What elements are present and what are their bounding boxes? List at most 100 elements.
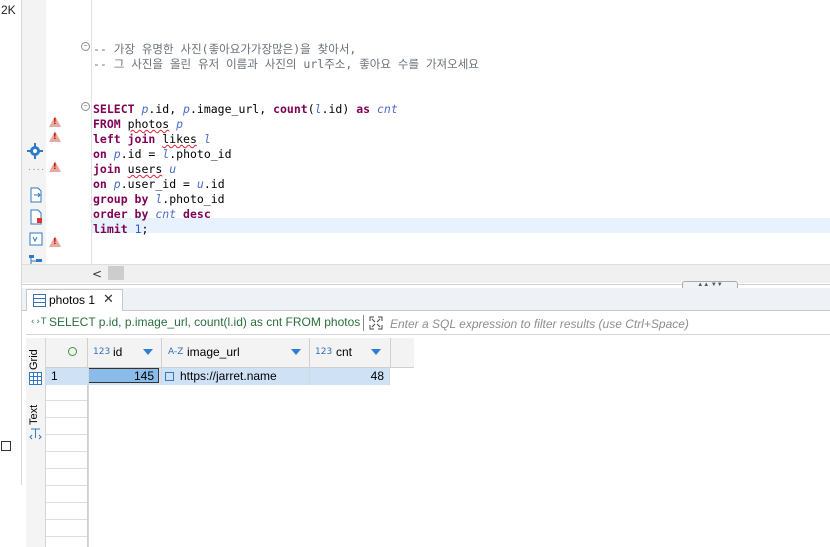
column-header-cnt[interactable]: 123 cnt [310, 338, 391, 367]
code-line[interactable]: SELECT p.id, p.image_url, count(l.id) as… [93, 102, 398, 117]
text-type-icon: A-Z [168, 347, 184, 357]
sql-editor[interactable]: − − ···· -- 가장 유명한 사진(좋아요가가장많은)을 찾아서,-- … [22, 0, 830, 267]
link-icon[interactable] [165, 372, 174, 381]
row-separator [46, 468, 87, 469]
row-separator [46, 519, 87, 520]
sort-icon[interactable] [143, 349, 153, 355]
warning-icon[interactable] [49, 161, 61, 172]
column-header-image-url[interactable]: A-Z image_url [162, 338, 310, 367]
code-token: SELECT [93, 102, 135, 116]
left-strip [0, 0, 22, 547]
code-line[interactable]: left join likes l [93, 132, 211, 147]
code-token: left join [93, 132, 156, 146]
code-token: as [356, 102, 371, 116]
table-row[interactable]: 1 145 https://jarret.name 48 [46, 368, 389, 385]
tab-text-label: Text [28, 404, 40, 425]
table-icon[interactable] [28, 231, 44, 247]
close-icon[interactable]: ✕ [103, 291, 114, 307]
code-line[interactable]: join users u [93, 162, 176, 177]
code-token: users [127, 162, 163, 176]
filter-bar: ‹›T SELECT p.id, p.image_url, count(l.id… [26, 312, 830, 335]
code-token: 1 [134, 222, 142, 236]
view-switcher: Grid Text [26, 338, 46, 547]
column-name: cnt [336, 345, 353, 359]
row-number: 1 [51, 369, 58, 383]
filter-input[interactable] [388, 314, 822, 334]
code-token: cnt [377, 102, 398, 116]
numeric-type-icon: 123 [315, 347, 333, 357]
tab-grid-label: Grid [28, 349, 40, 370]
code-token: .id [203, 177, 225, 191]
warning-icon[interactable] [49, 116, 61, 127]
code-line[interactable]: FROM photos p [93, 117, 183, 132]
scrollbar-thumb[interactable] [108, 266, 124, 280]
expand-icon[interactable] [369, 316, 383, 330]
code-token: join [93, 162, 121, 176]
code-token: group by [93, 192, 149, 206]
code-token: .photo_id [169, 147, 232, 161]
warning-icon[interactable] [49, 131, 61, 142]
cell-cnt[interactable]: 48 [310, 368, 384, 385]
tab-label: photos 1 [49, 293, 96, 307]
numeric-type-icon: 123 [93, 347, 111, 357]
code-token: u [196, 177, 204, 191]
code-line[interactable]: limit 1; [93, 222, 148, 237]
sort-icon[interactable] [371, 349, 381, 355]
row-selector-icon[interactable] [68, 347, 77, 356]
cell-image-url[interactable]: https://jarret.name [180, 368, 277, 385]
code-token: .photo_id [162, 192, 225, 206]
fold-toggle-icon[interactable]: − [81, 102, 90, 111]
export-icon[interactable] [28, 187, 44, 203]
results-grid[interactable]: 123 id A-Z image_url 123 cnt 1 145 https… [46, 338, 830, 547]
row-separator [46, 434, 87, 435]
code-line[interactable]: on p.id = l.photo_id [93, 147, 232, 162]
code-token: photos [127, 117, 170, 131]
code-line[interactable]: on p.user_id = u.id [93, 177, 225, 192]
code-token: count [273, 102, 308, 116]
code-token: l [314, 102, 322, 116]
code-token: on [93, 177, 107, 191]
code-token: .image_url, [189, 102, 274, 116]
code-line[interactable]: -- 그 사진을 올린 유저 이름과 사진의 url주소, 좋아요 수를 가져오… [93, 57, 479, 72]
column-name: image_url [187, 345, 240, 359]
row-separator [46, 451, 87, 452]
scroll-left-icon[interactable]: < [92, 267, 102, 281]
results-tabbar: photos 1 ✕ [22, 288, 830, 311]
sort-icon[interactable] [291, 349, 301, 355]
code-token: on [93, 147, 107, 161]
filter-query-text[interactable]: SELECT p.id, p.image_url, count(l.id) as… [49, 315, 360, 329]
sql-query-icon: ‹›T [30, 317, 47, 327]
code-token: .id) [321, 102, 357, 116]
select-all-cell[interactable] [46, 338, 88, 367]
text-view-icon[interactable] [29, 427, 42, 440]
row-separator [46, 536, 87, 537]
code-token: desc [183, 207, 211, 221]
code-token: p [183, 102, 190, 116]
code-line[interactable]: order by cnt desc [93, 207, 211, 222]
code-token: p [113, 147, 121, 161]
code-line[interactable]: -- 가장 유명한 사진(좋아요가가장많은)을 찾아서, [93, 42, 356, 57]
side-window-icon[interactable] [1, 441, 11, 451]
warning-icon[interactable] [49, 236, 61, 247]
column-header-id[interactable]: 123 id [88, 338, 162, 367]
column-divider [389, 368, 390, 385]
document-icon[interactable] [28, 209, 44, 225]
code-token: l [203, 132, 211, 146]
fold-toggle-icon[interactable]: − [81, 42, 90, 51]
gear-icon[interactable] [27, 143, 43, 159]
tab-photos[interactable]: photos 1 ✕ [26, 289, 123, 311]
cell-id[interactable]: 145 [88, 368, 159, 383]
code-line[interactable]: group by l.photo_id [93, 192, 225, 207]
row-separator [46, 502, 87, 503]
code-token: limit [93, 222, 128, 236]
more-icon[interactable]: ···· [28, 164, 45, 175]
side-label: 2K [1, 3, 16, 17]
grid-icon[interactable] [29, 372, 42, 385]
column-divider [88, 368, 89, 547]
code-token: ; [141, 222, 149, 236]
